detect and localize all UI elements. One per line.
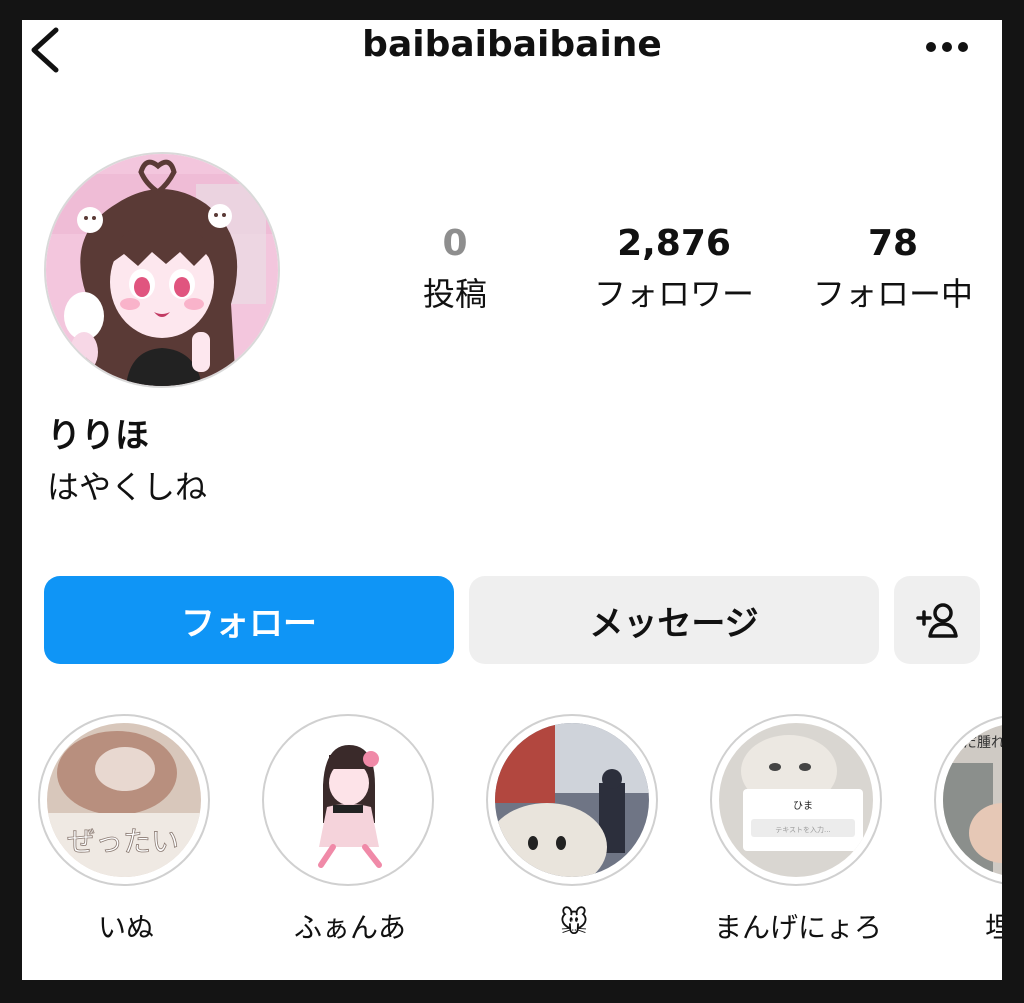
display-name: りりほ — [47, 416, 149, 456]
highlight-label: 🐭 — [559, 906, 589, 939]
highlight-card-title: ひま — [793, 800, 813, 812]
highlight-ring: ひま テキストを入力... — [710, 714, 882, 886]
add-person-icon — [916, 603, 958, 638]
highlight-ring — [262, 714, 434, 886]
stat-following-count: 78 — [867, 223, 919, 264]
highlight-cover-text: ぜったい — [67, 825, 179, 858]
highlight-cover-text: まだ腫れ — [949, 735, 1002, 751]
highlight-label: まんげにょろ — [713, 911, 882, 944]
highlight-cover: ひま テキストを入力... — [719, 723, 873, 877]
highlight-cover: まだ腫れ — [943, 723, 1002, 877]
highlight-label: ふぁんあ — [293, 911, 406, 944]
highlight-label: 埋没4 — [985, 911, 1002, 944]
stat-posts-label: 投稿 — [422, 275, 487, 313]
stat-posts: 0 投稿 — [355, 220, 555, 316]
stat-following-label: フォロー中 — [812, 275, 973, 313]
suggest-people-button[interactable] — [894, 576, 980, 664]
stat-followers-count: 2,876 — [617, 223, 731, 264]
stat-following[interactable]: 78 フォロー中 — [793, 220, 993, 316]
bio: はやくしね — [47, 468, 208, 506]
highlight-mouse[interactable]: 🐭 — [486, 714, 662, 939]
highlight-mangenyoro[interactable]: ひま テキストを入力... まんげにょろ — [710, 714, 886, 946]
highlight-label: いぬ — [97, 911, 154, 944]
highlight-fanart[interactable]: ふぁんあ — [262, 714, 438, 946]
message-button[interactable]: メッセージ — [469, 576, 879, 664]
top-bar: baibaibaibaine — [22, 20, 1002, 78]
highlight-maibotsu[interactable]: まだ腫れ 埋没4 — [934, 714, 1002, 946]
more-horizontal-icon[interactable] — [924, 40, 970, 54]
highlight-cover — [271, 723, 425, 877]
profile-screen: baibaibaibaine 0 投稿 2,876 フォロワー 78 フォロー中… — [22, 20, 1002, 980]
stat-followers-label: フォロワー — [593, 275, 754, 313]
stat-followers[interactable]: 2,876 フォロワー — [574, 220, 774, 316]
highlight-cover — [495, 723, 649, 877]
highlight-ring — [486, 714, 658, 886]
follow-button[interactable]: フォロー — [44, 576, 454, 664]
avatar[interactable] — [44, 152, 280, 388]
highlight-ring: まだ腫れ — [934, 714, 1002, 886]
highlight-card-placeholder: テキストを入力... — [775, 825, 830, 834]
highlight-ring: ぜったい — [38, 714, 210, 886]
highlight-inu[interactable]: ぜったい いぬ — [38, 714, 214, 946]
stat-posts-count: 0 — [442, 223, 468, 264]
profile-username: baibaibaibaine — [362, 24, 662, 65]
highlight-cover: ぜったい — [47, 723, 201, 877]
